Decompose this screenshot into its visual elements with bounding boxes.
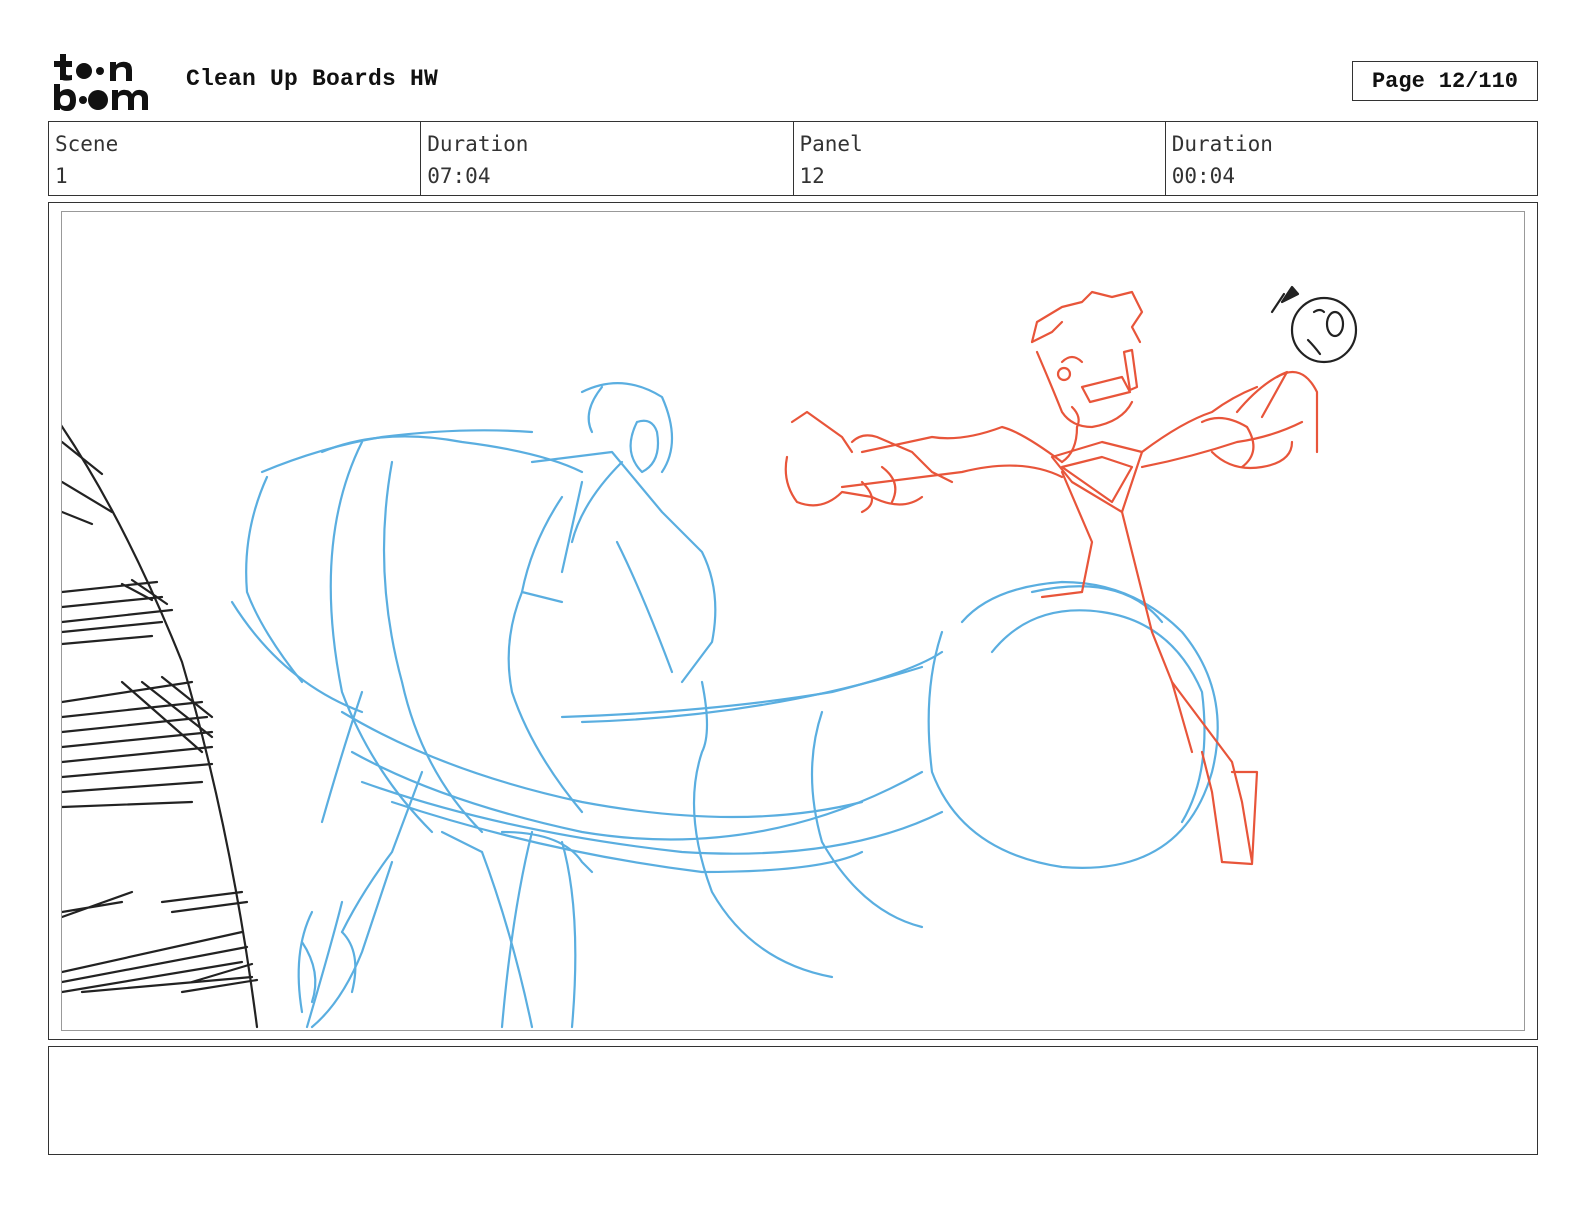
scene-value: 1 bbox=[55, 164, 68, 188]
storyboard-panel-frame bbox=[48, 202, 1538, 1040]
panel-cell: Panel 12 bbox=[794, 122, 1166, 195]
scene-duration-value: 07:04 bbox=[427, 164, 491, 188]
scene-duration-cell: Duration 07:04 bbox=[421, 122, 794, 195]
bomb-sketch bbox=[1270, 285, 1358, 364]
document-title: Clean Up Boards HW bbox=[186, 66, 439, 92]
tire-sketch bbox=[62, 424, 259, 1029]
page-label: Page bbox=[1371, 68, 1425, 94]
storyboard-panel-image bbox=[61, 211, 1525, 1031]
panel-duration-label: Duration bbox=[1171, 132, 1273, 156]
panel-duration-cell: Duration 00:04 bbox=[1166, 122, 1537, 195]
panel-duration-value: 00:04 bbox=[1171, 164, 1235, 188]
panel-notes-box[interactable] bbox=[48, 1046, 1538, 1155]
scene-label: Scene bbox=[55, 132, 119, 156]
page-indicator: Page 12/110 bbox=[1352, 61, 1538, 101]
logo-mark-icon bbox=[54, 54, 148, 111]
panel-label: Panel bbox=[799, 132, 863, 156]
toon-boom-logo bbox=[50, 50, 166, 114]
sketch-drawing bbox=[62, 285, 1358, 1029]
panel-info-row: Scene 1 Duration 07:04 Panel 12 Duration… bbox=[48, 121, 1538, 196]
scene-cell: Scene 1 bbox=[49, 122, 422, 195]
red-character-sketch bbox=[784, 290, 1319, 866]
scene-duration-label: Duration bbox=[427, 132, 529, 156]
panel-value: 12 bbox=[799, 164, 825, 188]
page-number: 12/110 bbox=[1438, 68, 1519, 94]
